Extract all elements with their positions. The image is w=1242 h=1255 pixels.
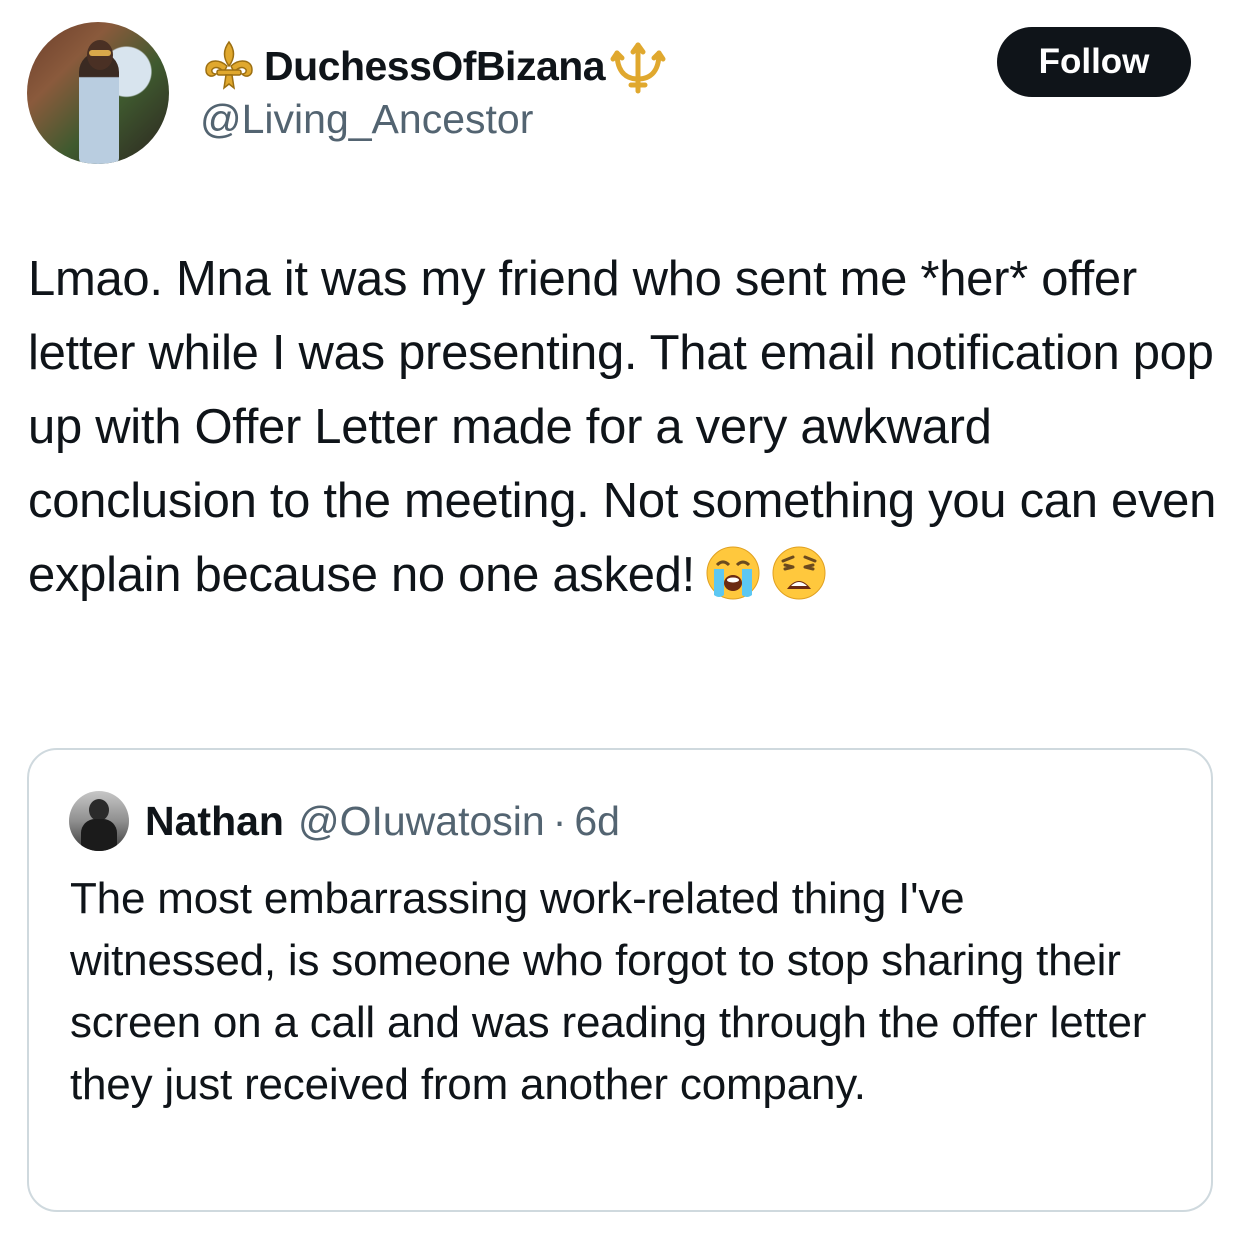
- quoted-separator: ·: [552, 797, 567, 844]
- quoted-avatar-head: [89, 799, 109, 821]
- tweet-body: Lmao. Mna it was my friend who sent me *…: [28, 242, 1218, 612]
- quoted-tweet[interactable]: Nathan @OIuwatosin · 6d The most embarra…: [27, 748, 1213, 1212]
- tweet-card: DuchessOfBizana @Living_Ancestor Follow …: [0, 0, 1242, 1255]
- quoted-author-handle: @OIuwatosin: [297, 797, 545, 844]
- quoted-tweet-text: The most embarrassing work-related thing…: [70, 874, 1147, 1109]
- author-display-name[interactable]: DuchessOfBizana: [264, 43, 606, 90]
- loudly-crying-face-emoji: [706, 546, 760, 600]
- quoted-timestamp: 6d: [574, 797, 620, 844]
- quoted-tweet-header: Nathan @OIuwatosin · 6d: [69, 790, 620, 852]
- author-avatar[interactable]: [27, 22, 169, 164]
- follow-button[interactable]: Follow: [997, 27, 1191, 97]
- trident-icon: [610, 42, 666, 94]
- avatar-glasses: [89, 50, 111, 56]
- author-name-row[interactable]: DuchessOfBizana: [200, 38, 667, 94]
- fleur-de-lis-icon: [205, 40, 253, 90]
- quoted-avatar-body: [81, 819, 117, 851]
- quoted-author-name: Nathan: [145, 797, 284, 844]
- author-handle[interactable]: @Living_Ancestor: [200, 96, 533, 143]
- weary-face-emoji: [772, 546, 826, 600]
- quoted-author-avatar: [69, 791, 129, 851]
- tweet-text: Lmao. Mna it was my friend who sent me *…: [28, 252, 1217, 602]
